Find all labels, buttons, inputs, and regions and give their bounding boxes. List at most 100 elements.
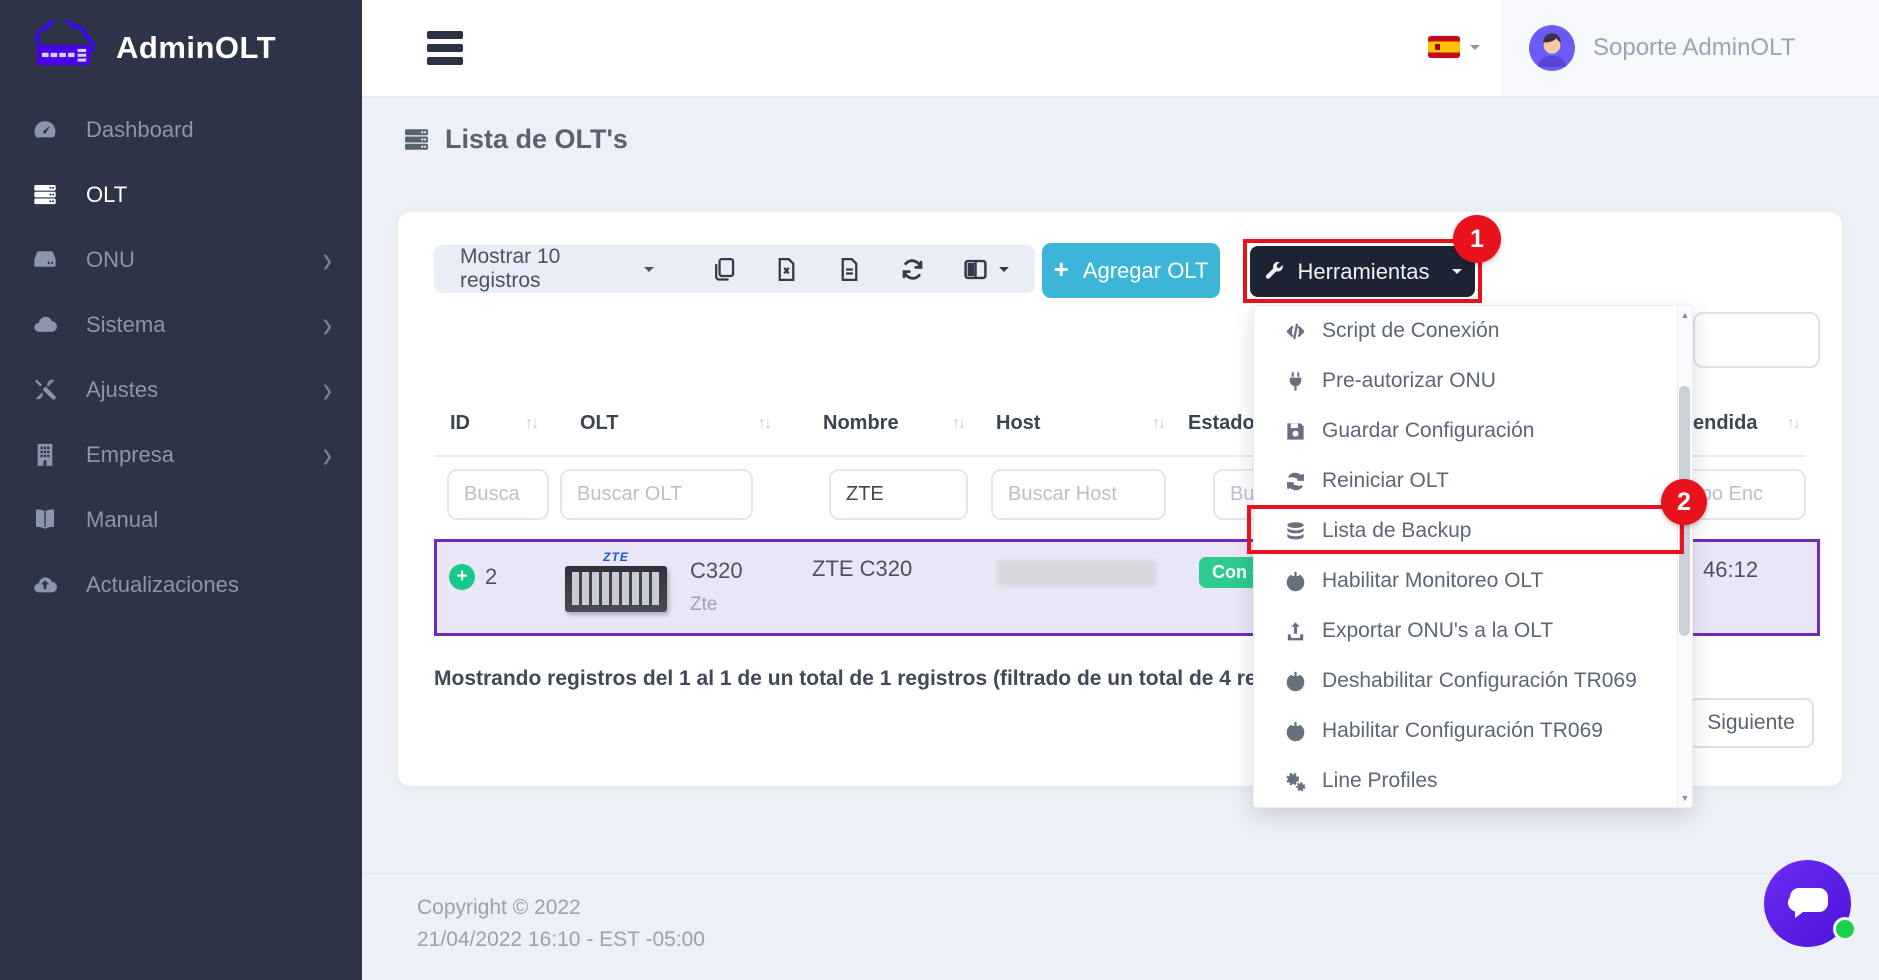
menu-item-habilitar-monitoreo-olt[interactable]: Habilitar Monitoreo OLT xyxy=(1254,556,1692,606)
refresh-icon xyxy=(1284,470,1307,493)
database-icon xyxy=(1284,520,1307,543)
chevron-right-icon: › xyxy=(323,371,332,409)
column-visibility-dropdown[interactable] xyxy=(962,256,1009,283)
page-title-text: Lista de OLT's xyxy=(445,124,628,155)
sidebar-item-olt[interactable]: OLT xyxy=(0,162,362,227)
pdf-export-icon[interactable] xyxy=(836,256,863,283)
filter-host-input[interactable] xyxy=(991,469,1166,520)
column-header-estado[interactable]: Estado xyxy=(1188,412,1255,435)
plug-icon xyxy=(1284,370,1307,393)
brand[interactable]: AdminOLT xyxy=(0,0,362,96)
spain-flag-icon xyxy=(1428,36,1460,58)
menu-item-guardar-configuracion[interactable]: Guardar Configuración xyxy=(1254,406,1692,456)
menu-item-lista-de-backup[interactable]: Lista de Backup xyxy=(1254,506,1692,556)
sidebar-item-label: Actualizaciones xyxy=(86,572,239,598)
column-header-nombre[interactable]: Nombre xyxy=(823,412,899,435)
refresh-icon[interactable] xyxy=(899,256,926,283)
tools-dropdown-menu: Script de Conexión Pre-autorizar ONU Gua… xyxy=(1253,305,1693,808)
sidebar: AdminOLT Dashboard OLT ONU › Sistema › xyxy=(0,0,362,980)
menu-item-label: Exportar ONU's a la OLT xyxy=(1322,619,1553,643)
columns-icon xyxy=(962,256,989,283)
sort-icon[interactable]: ↑↓ xyxy=(525,415,537,433)
cell-host-redacted xyxy=(997,560,1157,586)
device-chassis xyxy=(565,566,667,612)
sidebar-item-label: ONU xyxy=(86,247,135,273)
sidebar-item-label: Empresa xyxy=(86,442,174,468)
menu-item-habilitar-configuracion-tr069[interactable]: Habilitar Configuración TR069 xyxy=(1254,706,1692,756)
sidebar-item-actualizaciones[interactable]: Actualizaciones xyxy=(0,552,362,617)
sidebar-item-manual[interactable]: Manual xyxy=(0,487,362,552)
sort-icon[interactable]: ↑↓ xyxy=(1787,415,1799,433)
sidebar-item-ajustes[interactable]: Ajustes › xyxy=(0,357,362,422)
sort-icon[interactable]: ↑↓ xyxy=(1152,415,1164,433)
code-icon xyxy=(1284,320,1307,343)
dropdown-scrollbar[interactable]: ▲ ▼ xyxy=(1677,306,1692,807)
menu-item-label: Habilitar Monitoreo OLT xyxy=(1322,569,1543,593)
sort-icon[interactable]: ↑↓ xyxy=(952,415,964,433)
filter-olt-input[interactable] xyxy=(560,469,753,520)
building-icon xyxy=(30,441,60,468)
column-header-id[interactable]: ID xyxy=(450,412,470,435)
chat-bubble-icon xyxy=(1785,884,1831,924)
menu-item-pre-autorizar-onu[interactable]: Pre-autorizar ONU xyxy=(1254,356,1692,406)
menu-item-script-de-conexion[interactable]: Script de Conexión xyxy=(1254,306,1692,356)
column-header-host[interactable]: Host xyxy=(996,412,1040,435)
user-menu[interactable]: Soporte AdminOLT xyxy=(1501,0,1879,96)
footer-copyright: Copyright © 2022 xyxy=(417,896,581,920)
sidebar-nav: Dashboard OLT ONU › Sistema › Ajustes › xyxy=(0,97,362,617)
table-search-input[interactable] xyxy=(1693,312,1820,368)
scroll-down-icon[interactable]: ▼ xyxy=(1678,793,1692,803)
sidebar-item-label: Sistema xyxy=(86,312,165,338)
tools-dropdown-button[interactable]: Herramientas xyxy=(1250,246,1475,297)
plus-icon: + xyxy=(1054,254,1069,285)
language-selector[interactable] xyxy=(1428,36,1480,58)
online-status-dot xyxy=(1833,917,1857,941)
olt-device-image: ZTE xyxy=(565,550,667,624)
pagination-next-button[interactable]: Siguiente xyxy=(1688,698,1814,748)
power-icon xyxy=(1284,570,1307,593)
column-header-olt[interactable]: OLT xyxy=(580,412,619,435)
table-summary: Mostrando registros del 1 al 1 de un tot… xyxy=(434,667,1334,691)
filter-nombre-input[interactable] xyxy=(829,469,968,520)
avatar xyxy=(1529,25,1575,71)
server-icon xyxy=(30,181,60,208)
copy-icon[interactable] xyxy=(710,256,737,283)
chevron-down-icon xyxy=(1452,269,1462,279)
menu-item-reiniciar-olt[interactable]: Reiniciar OLT xyxy=(1254,456,1692,506)
sidebar-item-label: Manual xyxy=(86,507,158,533)
footer-divider xyxy=(362,873,1879,874)
menu-item-deshabilitar-configuracion-tr069[interactable]: Deshabilitar Configuración TR069 xyxy=(1254,656,1692,706)
add-olt-button[interactable]: + Agregar OLT xyxy=(1042,243,1220,298)
sidebar-item-label: Dashboard xyxy=(86,117,194,143)
menu-item-exportar-onus-a-la-olt[interactable]: Exportar ONU's a la OLT xyxy=(1254,606,1692,656)
menu-item-label: Habilitar Configuración TR069 xyxy=(1322,719,1603,743)
excel-export-icon[interactable] xyxy=(773,256,800,283)
hamburger-menu-icon[interactable] xyxy=(427,31,463,70)
annotation-step-badge: 2 xyxy=(1661,479,1707,525)
upload-icon xyxy=(1284,620,1307,643)
menu-item-label: Line Profiles xyxy=(1322,769,1438,793)
show-entries-dropdown[interactable]: Mostrar 10 registros xyxy=(460,245,654,293)
hdd-icon xyxy=(30,246,60,273)
menu-item-line-profiles[interactable]: Line Profiles xyxy=(1254,756,1692,806)
cell-olt-brand: Zte xyxy=(690,594,717,616)
filter-id-input[interactable] xyxy=(447,469,549,520)
adminolt-logo-icon xyxy=(24,20,106,77)
sort-icon[interactable]: ↑↓ xyxy=(758,415,770,433)
cell-tiempo: 46:12 xyxy=(1703,557,1758,583)
expand-row-icon[interactable]: + xyxy=(449,564,475,590)
chevron-right-icon: › xyxy=(323,306,332,344)
table-toolbar: Mostrar 10 registros xyxy=(434,245,1035,293)
sidebar-item-onu[interactable]: ONU › xyxy=(0,227,362,292)
sidebar-item-label: OLT xyxy=(86,182,127,208)
sidebar-item-dashboard[interactable]: Dashboard xyxy=(0,97,362,162)
book-icon xyxy=(30,506,60,533)
scroll-up-icon[interactable]: ▲ xyxy=(1678,310,1692,320)
zte-logo: ZTE xyxy=(565,550,667,564)
chevron-down-icon xyxy=(999,267,1009,277)
server-icon xyxy=(400,125,433,154)
adminolt-app: AdminOLT Dashboard OLT ONU › Sistema › xyxy=(0,0,1879,980)
sidebar-item-sistema[interactable]: Sistema › xyxy=(0,292,362,357)
sidebar-item-empresa[interactable]: Empresa › xyxy=(0,422,362,487)
menu-item-label: Deshabilitar Configuración TR069 xyxy=(1322,669,1637,693)
